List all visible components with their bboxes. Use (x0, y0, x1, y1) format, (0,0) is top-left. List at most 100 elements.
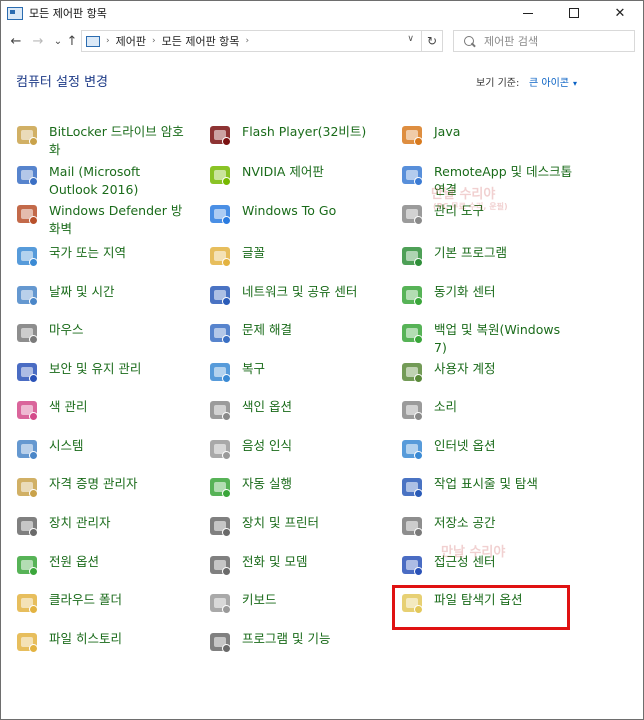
search-box[interactable] (453, 30, 635, 52)
close-button[interactable]: ✕ (597, 1, 643, 25)
control-panel-item[interactable]: 접근성 센터 (400, 553, 574, 577)
control-panel-item[interactable]: 색인 옵션 (208, 398, 382, 422)
navigation-bar: ← → ⌄ ↑ › 제어판 › 모든 제어판 항목 › ∨ ↻ (1, 27, 643, 55)
control-panel-item[interactable]: Mail (Microsoft Outlook 2016) (15, 163, 189, 199)
user-accounts-icon (400, 360, 424, 384)
close-icon: ✕ (614, 5, 626, 21)
control-panel-item-label: 문제 해결 (242, 322, 292, 337)
back-button[interactable]: ← (7, 31, 25, 51)
control-panel-item-label: NVIDIA 제어판 (242, 164, 324, 179)
control-panel-item[interactable]: BitLocker 드라이브 암호화 (15, 123, 189, 159)
control-panel-item-label: 색인 옵션 (242, 399, 292, 414)
search-icon (464, 36, 474, 46)
forward-button[interactable]: → (29, 31, 47, 51)
breadcrumb-separator-icon: › (151, 36, 156, 46)
indexing-icon (208, 398, 232, 422)
windows-to-go-icon (208, 202, 232, 226)
control-panel-item[interactable]: 인터넷 옵션 (400, 437, 574, 461)
control-panel-item[interactable]: 시스템 (15, 437, 189, 461)
control-panel-item-label: 시스템 (49, 438, 84, 453)
control-panel-item[interactable]: Windows To Go (208, 202, 382, 226)
control-panel-item[interactable]: 작업 표시줄 및 탐색 (400, 475, 574, 499)
page-title: 컴퓨터 설정 변경 (16, 75, 108, 90)
control-panel-item[interactable]: 날짜 및 시간 (15, 283, 189, 307)
mail-icon (15, 163, 39, 187)
control-panel-item[interactable]: 소리 (400, 398, 574, 422)
control-panel-item[interactable]: RemoteApp 및 데스크톱 연결 (400, 163, 574, 199)
control-panel-item[interactable]: 음성 인식 (208, 437, 382, 461)
control-panel-item-label: 장치 관리자 (49, 515, 111, 530)
control-panel-item[interactable]: Java (400, 123, 574, 147)
datetime-icon (15, 283, 39, 307)
ease-of-access-icon (400, 553, 424, 577)
sync-icon (400, 283, 424, 307)
control-panel-item[interactable]: 기본 프로그램 (400, 244, 574, 268)
control-panel-item[interactable]: 문제 해결 (208, 321, 382, 345)
control-panel-icon (86, 35, 100, 47)
view-by-dropdown[interactable]: 큰 아이콘 ▾ (529, 74, 577, 89)
control-panel-item-label: RemoteApp 및 데스크톱 연결 (434, 164, 573, 197)
default-programs-icon (400, 244, 424, 268)
maximize-icon (569, 8, 579, 18)
control-panel-item[interactable]: 저장소 공간 (400, 514, 574, 538)
highlight-box (392, 585, 570, 630)
control-panel-item-label: 국가 또는 지역 (49, 245, 126, 260)
control-panel-item-label: 관리 도구 (434, 203, 484, 218)
breadcrumb-control-panel[interactable]: 제어판 (116, 33, 146, 49)
programs-icon (208, 630, 232, 654)
control-panel-item[interactable]: 전화 및 모뎀 (208, 553, 382, 577)
control-panel-item-label: 인터넷 옵션 (434, 438, 496, 453)
control-panel-item[interactable]: Flash Player(32비트) (208, 123, 382, 147)
nvidia-icon (208, 163, 232, 187)
address-dropdown-icon[interactable]: ∨ (407, 34, 414, 44)
control-panel-item[interactable]: 보안 및 유지 관리 (15, 360, 189, 384)
control-panel-item[interactable]: 자격 증명 관리자 (15, 475, 189, 499)
control-panel-item[interactable]: 키보드 (208, 591, 382, 615)
address-bar[interactable]: › 제어판 › 모든 제어판 항목 › ∨ (81, 30, 443, 52)
search-input[interactable] (484, 34, 624, 48)
minimize-button[interactable] (505, 1, 551, 25)
control-panel-item-label: 파일 히스토리 (49, 631, 122, 646)
control-panel-item-label: 기본 프로그램 (434, 245, 507, 260)
taskbar-icon (400, 475, 424, 499)
control-panel-item[interactable]: 사용자 계정 (400, 360, 574, 384)
control-panel-item[interactable]: 마우스 (15, 321, 189, 345)
control-panel-item[interactable]: 동기화 센터 (400, 283, 574, 307)
control-panel-item[interactable]: 색 관리 (15, 398, 189, 422)
maximize-button[interactable] (551, 1, 597, 25)
mouse-icon (15, 321, 39, 345)
control-panel-item[interactable]: 자동 실행 (208, 475, 382, 499)
control-panel-item-label: 클라우드 폴더 (49, 592, 122, 607)
up-button[interactable]: ↑ (63, 31, 81, 51)
title-bar[interactable]: 모든 제어판 항목 ✕ (1, 1, 643, 25)
control-panel-item[interactable]: 복구 (208, 360, 382, 384)
firewall-icon (15, 202, 39, 226)
control-panel-item[interactable]: 장치 관리자 (15, 514, 189, 538)
system-icon (15, 437, 39, 461)
control-panel-item[interactable]: 클라우드 폴더 (15, 591, 189, 615)
control-panel-item[interactable]: 장치 및 프린터 (208, 514, 382, 538)
breadcrumb-separator-icon: › (106, 36, 110, 46)
recovery-icon (208, 360, 232, 384)
chevron-down-icon: ▾ (572, 79, 577, 88)
speech-icon (208, 437, 232, 461)
breadcrumb-all-items[interactable]: 모든 제어판 항목 (162, 33, 240, 49)
control-panel-item-label: 자동 실행 (242, 476, 292, 491)
control-panel-item[interactable]: Windows Defender 방화벽 (15, 202, 189, 238)
control-panel-item-label: 프로그램 및 기능 (242, 631, 331, 646)
control-panel-item-label: 날짜 및 시간 (49, 284, 115, 299)
control-panel-item[interactable]: 백업 및 복원(Windows 7) (400, 321, 574, 357)
printer-icon (208, 514, 232, 538)
control-panel-item[interactable]: 네트워크 및 공유 센터 (208, 283, 382, 307)
refresh-button[interactable]: ↻ (421, 30, 443, 52)
control-panel-item[interactable]: 글꼴 (208, 244, 382, 268)
control-panel-item[interactable]: 프로그램 및 기능 (208, 630, 382, 654)
control-panel-item[interactable]: NVIDIA 제어판 (208, 163, 382, 187)
control-panel-item-label: 작업 표시줄 및 탐색 (434, 476, 538, 491)
control-panel-item[interactable]: 관리 도구 (400, 202, 574, 226)
control-panel-item[interactable]: 파일 히스토리 (15, 630, 189, 654)
control-panel-item-label: 접근성 센터 (434, 554, 496, 569)
control-panel-item[interactable]: 전원 옵션 (15, 553, 189, 577)
window-title: 모든 제어판 항목 (29, 7, 107, 20)
control-panel-item[interactable]: 국가 또는 지역 (15, 244, 189, 268)
